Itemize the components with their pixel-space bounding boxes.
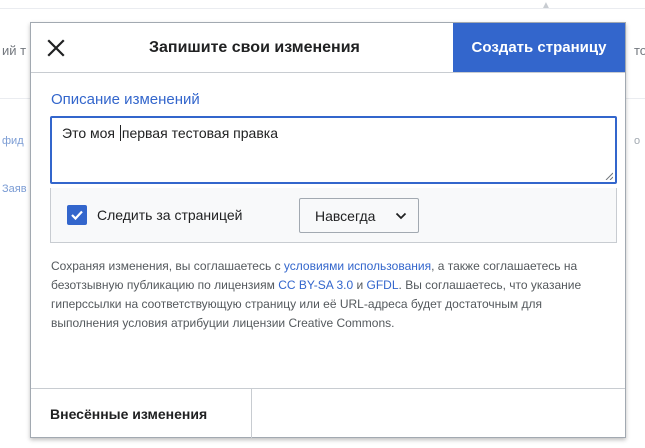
dialog-footer: Внесённые изменения [31, 388, 625, 438]
edit-summary-input[interactable]: Это моя первая тестовая правка [50, 116, 617, 184]
resize-grip-icon[interactable] [605, 172, 613, 180]
background-text-right: то [634, 43, 645, 58]
checkmark-icon [71, 210, 83, 221]
dialog-header: Запишите свои изменения Создать страницу [31, 23, 625, 73]
dialog-title: Запишите свои изменения [149, 39, 360, 56]
chevron-down-icon [395, 212, 407, 220]
watch-page-checkbox[interactable] [67, 205, 87, 225]
license-text: Сохраняя изменения, вы соглашаетесь с [51, 259, 284, 273]
background-text-left: ий т [2, 43, 27, 58]
terms-of-use-link[interactable]: условиями использования [284, 259, 431, 273]
create-page-button[interactable]: Создать страницу [453, 23, 625, 72]
license-text: и [353, 278, 367, 292]
background-link-left: фид [2, 135, 24, 147]
background-text-right: о [634, 135, 641, 147]
watch-expiry-dropdown[interactable]: Навсегда [299, 198, 419, 233]
text-caret [119, 125, 121, 141]
review-changes-button[interactable]: Внесённые изменения [31, 389, 252, 438]
cc-by-sa-link[interactable]: CC BY-SA 3.0 [278, 278, 353, 292]
background-link-left: Заяв [2, 183, 27, 195]
watch-page-label[interactable]: Следить за страницей [97, 207, 242, 223]
summary-text-before-caret: Это моя [62, 125, 119, 141]
license-notice: Сохраняя изменения, вы соглашаетесь с ус… [51, 257, 611, 333]
save-options-bar: Следить за страницей Навсегда [50, 188, 617, 243]
summary-label: Описание изменений [51, 91, 200, 108]
summary-text-after-caret: первая тестовая правка [121, 125, 278, 141]
watch-expiry-value: Навсегда [315, 208, 376, 224]
close-icon [47, 38, 65, 57]
close-button[interactable] [31, 23, 81, 72]
scroll-up-arrow-icon: ▲ [541, 0, 551, 11]
save-changes-dialog: Запишите свои изменения Создать страницу… [30, 22, 626, 438]
gfdl-link[interactable]: GFDL [367, 278, 399, 292]
